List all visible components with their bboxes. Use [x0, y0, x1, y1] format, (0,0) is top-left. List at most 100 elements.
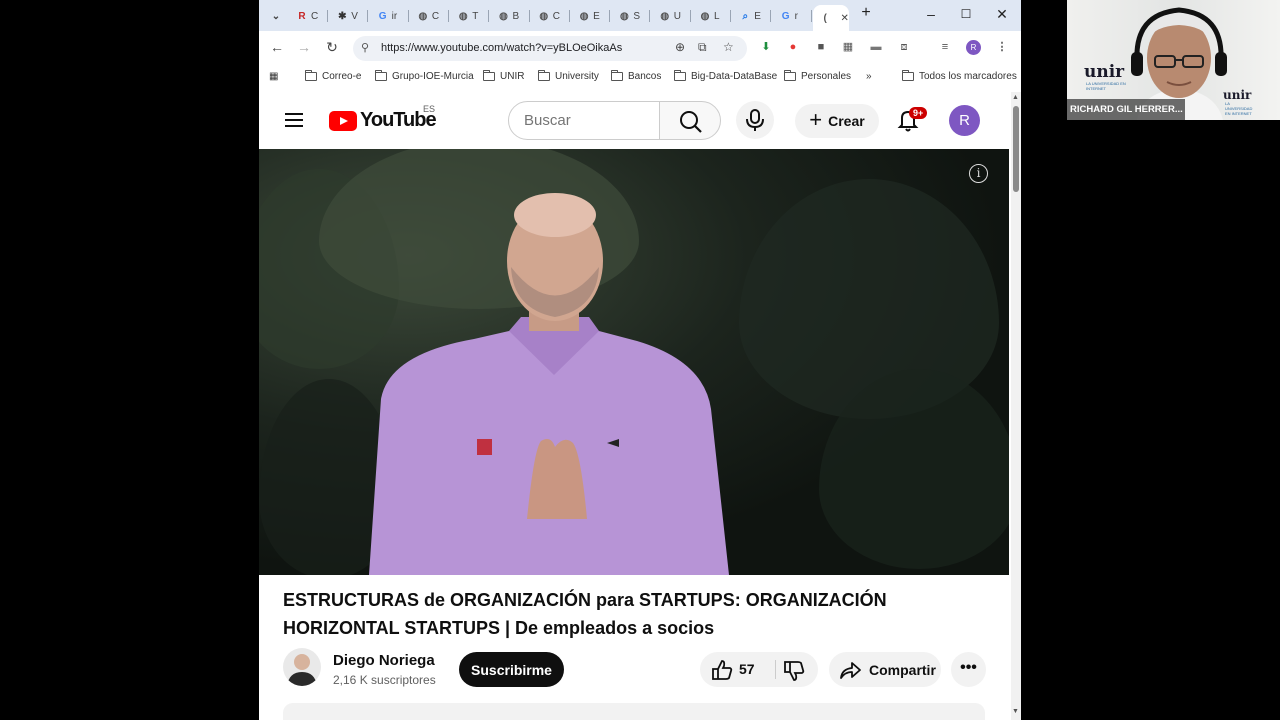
- tab-strip: ⌄ R C ✱ V Gir ◍ C ◍ T ◍ B ◍ C ◍ E ◍ S ◍ U ◍ L ⌕ E Gr(✕ + – ☐ ✕: [259, 0, 1021, 31]
- close-window-icon[interactable]: ✕: [990, 6, 1014, 23]
- star-icon[interactable]: ☆: [723, 40, 734, 54]
- tab-search-dropdown[interactable]: ⌄: [263, 5, 285, 27]
- search-button[interactable]: [659, 101, 721, 140]
- tab-separator: [649, 10, 651, 22]
- cast-icon[interactable]: ⧉: [698, 40, 707, 55]
- page-scrollbar[interactable]: ▲ ▼: [1011, 92, 1021, 720]
- bookmark-label: UNIR: [500, 71, 525, 82]
- tab-separator: [568, 10, 570, 22]
- more-actions-button[interactable]: •••: [951, 652, 986, 687]
- tab-separator: [327, 10, 328, 22]
- browser-tab[interactable]: ◍ U: [652, 5, 691, 27]
- bookmark-folder[interactable]: Correo-e: [305, 70, 361, 82]
- folder-icon: [784, 70, 796, 81]
- browser-tab[interactable]: ◍ B: [491, 5, 530, 27]
- forward-arrow-icon[interactable]: →: [294, 39, 314, 55]
- tab-separator: [810, 10, 812, 22]
- dislike-thumb-icon[interactable]: [781, 658, 807, 684]
- browser-tab[interactable]: ✱ V: [329, 5, 369, 27]
- site-info-icon[interactable]: ⚲: [361, 41, 369, 54]
- zenodo-icon: R: [298, 10, 306, 22]
- bookmarks-overflow[interactable]: »: [866, 71, 872, 82]
- apps-grid-icon[interactable]: ▦: [269, 71, 278, 82]
- search-box[interactable]: [508, 101, 660, 140]
- video-title: ESTRUCTURAS de ORGANIZACIÓN para STARTUP…: [283, 590, 887, 638]
- new-tab-button[interactable]: +: [854, 4, 878, 22]
- maximize-icon[interactable]: ☐: [954, 7, 978, 21]
- google-icon: G: [378, 10, 387, 22]
- reload-icon[interactable]: ↻: [322, 39, 342, 56]
- description-box[interactable]: [283, 703, 985, 720]
- subscribe-button[interactable]: Suscribirme: [459, 652, 564, 687]
- tab-title: E: [754, 10, 761, 22]
- info-icon[interactable]: i: [969, 164, 988, 183]
- browser-tab[interactable]: ◍ L: [692, 5, 731, 27]
- profile-avatar[interactable]: R: [966, 40, 981, 55]
- browser-tab[interactable]: ◍ E: [571, 5, 611, 27]
- extensions-puzzle-icon[interactable]: ⧈: [897, 40, 911, 54]
- like-divider: [775, 660, 776, 679]
- browser-tab[interactable]: ◍ C: [531, 5, 570, 27]
- bookmark-folder[interactable]: Personales: [784, 70, 851, 82]
- extension-db-icon[interactable]: ■: [814, 40, 828, 54]
- menu-kebab-icon[interactable]: ⋮: [995, 40, 1009, 54]
- browser-tab[interactable]: ◍ T: [450, 5, 490, 27]
- voice-search-button[interactable]: [736, 101, 774, 139]
- bookmark-folder[interactable]: Big-Data-DataBase: [674, 70, 778, 82]
- globe-icon: ◍: [418, 10, 428, 22]
- bookmark-label: Bancos: [628, 71, 662, 82]
- like-thumb-icon[interactable]: [709, 657, 735, 683]
- share-button[interactable]: Compartir: [829, 652, 941, 687]
- tab-separator: [730, 10, 731, 22]
- browser-tab[interactable]: ◍ S: [611, 5, 651, 27]
- scroll-down-icon[interactable]: ▼: [1012, 708, 1019, 715]
- browser-tab[interactable]: Gir: [370, 5, 409, 27]
- tab-separator: [689, 10, 691, 22]
- reading-list-icon[interactable]: ≡: [938, 40, 952, 54]
- globe-icon: ◍: [458, 10, 468, 22]
- video-frame-person: [369, 193, 729, 575]
- tab-active[interactable]: (✕: [812, 5, 849, 31]
- scrollbar-thumb[interactable]: [1013, 106, 1019, 192]
- browser-tab[interactable]: RC: [289, 5, 328, 27]
- bookmark-folder[interactable]: Grupo-IOE-Murcia: [375, 70, 474, 82]
- browser-tab[interactable]: ⌕ E: [732, 5, 772, 27]
- create-button[interactable]: + Crear: [795, 104, 879, 138]
- folder-icon: [902, 70, 914, 81]
- search-input[interactable]: [524, 112, 644, 129]
- browser-tab[interactable]: Gr: [773, 5, 812, 27]
- download-icon[interactable]: ⬇: [759, 40, 773, 54]
- zoom-icon[interactable]: ⊕: [675, 40, 685, 54]
- extension-grid-icon[interactable]: ▦: [841, 40, 855, 54]
- account-avatar[interactable]: R: [949, 105, 980, 136]
- bookmark-folder[interactable]: Bancos: [611, 70, 662, 82]
- channel-avatar[interactable]: [283, 648, 321, 686]
- share-arrow-icon: [840, 661, 861, 679]
- folder-icon: [483, 70, 495, 81]
- channel-name[interactable]: Diego Noriega: [333, 652, 435, 669]
- browser-toolbar: ← → ↻ ⚲ https://www.youtube.com/watch?v=…: [259, 31, 1021, 66]
- video-player[interactable]: i: [259, 149, 1009, 575]
- youtube-logo[interactable]: YouTube ES: [329, 104, 437, 132]
- bookmark-folder[interactable]: UNIR: [483, 70, 525, 82]
- all-bookmarks[interactable]: Todos los marcadores: [902, 70, 1017, 82]
- tab-close-icon[interactable]: ✕: [841, 13, 849, 24]
- like-dislike-bar: [700, 652, 818, 687]
- screen: ⌄ R C ✱ V Gir ◍ C ◍ T ◍ B ◍ C ◍ E ◍ S ◍ U ◍ L ⌕ E Gr(✕ + – ☐ ✕ …: [0, 0, 1280, 720]
- extension-tray-icon[interactable]: ▬: [869, 40, 883, 54]
- google-icon: G: [781, 10, 790, 22]
- back-arrow-icon[interactable]: ←: [267, 39, 287, 55]
- globe-icon: ◍: [539, 10, 549, 22]
- tab-separator: [770, 10, 772, 22]
- active-tab-icon: (: [823, 12, 827, 24]
- browser-tab[interactable]: ◍ C: [410, 5, 449, 27]
- bookmark-label: Big-Data-DataBase: [691, 71, 778, 82]
- address-bar[interactable]: ⚲ https://www.youtube.com/watch?v=yBLOeO…: [353, 36, 747, 61]
- bookmark-folder[interactable]: University: [538, 70, 599, 82]
- folder-icon: [611, 70, 623, 81]
- tab-separator: [367, 10, 369, 22]
- hamburger-menu-icon[interactable]: [285, 113, 303, 127]
- minimize-icon[interactable]: –: [919, 6, 943, 22]
- opera-extension-icon[interactable]: ●: [786, 40, 800, 54]
- scroll-up-icon[interactable]: ▲: [1012, 94, 1019, 101]
